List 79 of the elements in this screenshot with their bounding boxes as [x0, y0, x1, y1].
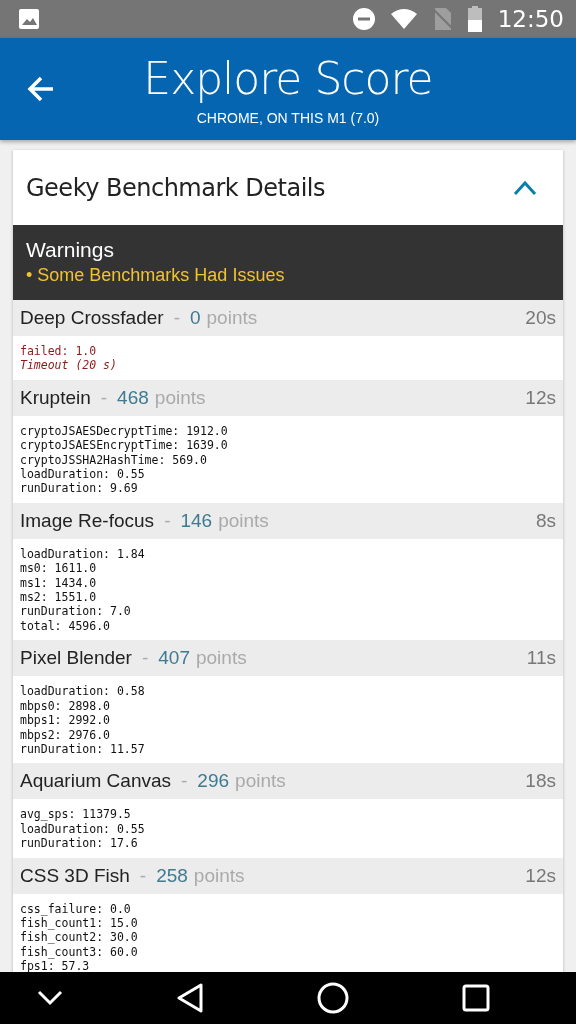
- benchmark-score: 468: [117, 386, 149, 409]
- back-icon[interactable]: [175, 983, 204, 1013]
- card-header[interactable]: Geeky Benchmark Details: [13, 150, 563, 225]
- detail-line: fps1: 57.3: [20, 959, 91, 972]
- detail-line: runDuration: 9.69: [20, 481, 139, 496]
- detail-note: Timeout (20 s): [20, 358, 118, 373]
- detail-line: runDuration: 17.6: [20, 836, 139, 851]
- score-unit: points: [193, 864, 245, 887]
- score-unit: points: [154, 386, 206, 409]
- benchmark-time: 18s: [525, 770, 556, 793]
- warnings-title: Warnings: [26, 238, 115, 262]
- detail-line: ms1: 1434.0: [20, 575, 98, 591]
- benchmark-header[interactable]: Kruptein - 468 points 12s: [13, 379, 563, 416]
- separator: -: [141, 647, 149, 670]
- detail-line: loadDuration: 0.55: [20, 467, 146, 482]
- detail-line: total: 4596.0: [20, 618, 111, 634]
- detail-line: loadDuration: 0.58: [20, 684, 146, 699]
- detail-line: runDuration: 7.0: [20, 604, 132, 619]
- detail-line: fish_count1: 15.0: [20, 915, 139, 931]
- benchmark-score: 0: [189, 307, 201, 329]
- home-icon[interactable]: [316, 982, 349, 1014]
- detail-line: mbps1: 2992.0: [20, 713, 111, 728]
- screen-subtitle: CHROME, ON THIS M1 (7.0): [196, 109, 380, 126]
- benchmark-name: Aquarium Canvas: [20, 770, 172, 793]
- benchmark-score: 146: [180, 509, 213, 532]
- screen-title: Explore Score: [143, 52, 433, 104]
- benchmark-score: 407: [158, 647, 190, 670]
- recents-icon[interactable]: [461, 984, 490, 1012]
- benchmark-name: CSS 3D Fish: [20, 864, 130, 887]
- separator: -: [100, 386, 108, 409]
- benchmark-header[interactable]: Aquarium Canvas - 296 points 18s: [13, 763, 563, 800]
- benchmark-header[interactable]: CSS 3D Fish - 258 points 12s: [13, 857, 563, 894]
- image-icon: [18, 8, 40, 30]
- detail-line: loadDuration: 1.84: [20, 546, 146, 562]
- do-not-disturb-icon: [351, 7, 376, 31]
- benchmark-name: Image Re-focus: [20, 509, 155, 532]
- detail-line: failed: 1.0: [20, 344, 98, 359]
- benchmark-score: 258: [156, 864, 188, 887]
- score-unit: points: [196, 647, 247, 670]
- detail-line: mbps0: 2898.0: [20, 698, 111, 714]
- detail-line: css_failure: 0.0: [20, 901, 132, 916]
- detail-line: ms0: 1611.0: [20, 561, 98, 576]
- detail-line: loadDuration: 0.55: [20, 821, 146, 837]
- detail-line: mbps2: 2976.0: [20, 727, 111, 742]
- score-unit: points: [206, 307, 258, 329]
- score-unit: points: [235, 770, 286, 793]
- benchmark-time: 20s: [525, 307, 556, 329]
- chevron-icon[interactable]: [513, 179, 537, 196]
- benchmark-name: Kruptein: [20, 386, 91, 409]
- warning-item: • Some Benchmarks Had Issues: [26, 265, 286, 286]
- detail-line: fish_count2: 30.0: [20, 930, 139, 945]
- benchmark-time: 8s: [535, 509, 556, 532]
- benchmark-header[interactable]: Deep Crossfader - 0 points 20s: [13, 300, 563, 336]
- wifi-icon: [389, 8, 418, 30]
- benchmark-score: 296: [197, 770, 230, 793]
- benchmark-name: Deep Crossfader: [20, 307, 164, 329]
- detail-line: cryptoJSSHA2HashTime: 569.0: [20, 452, 208, 468]
- benchmark-time: 12s: [525, 864, 556, 887]
- clock-time: 12:50: [497, 6, 564, 32]
- detail-line: cryptoJSAESDecryptTime: 1912.0: [20, 423, 229, 439]
- benchmark-name: Pixel Blender: [20, 647, 132, 670]
- separator: -: [173, 307, 180, 329]
- benchmark-time: 12s: [525, 386, 556, 409]
- benchmark-time: 11s: [526, 647, 556, 670]
- benchmark-header[interactable]: Pixel Blender - 407 points 11s: [13, 640, 563, 677]
- detail-line: avg_sps: 11379.5: [20, 807, 132, 822]
- battery-icon: [467, 6, 482, 32]
- score-unit: points: [218, 509, 269, 532]
- back-arrow-icon[interactable]: [27, 75, 55, 103]
- detail-line: runDuration: 11.57: [20, 741, 146, 757]
- benchmark-header[interactable]: Image Re-focus - 146 points 8s: [13, 502, 563, 539]
- detail-line: fish_count3: 60.0: [20, 944, 139, 960]
- detail-line: ms2: 1551.0: [20, 590, 98, 605]
- detail-line: cryptoJSAESEncryptTime: 1639.0: [20, 438, 229, 453]
- chevron-down-icon[interactable]: [36, 990, 63, 1006]
- separator: -: [181, 770, 188, 793]
- separator: -: [164, 509, 171, 532]
- separator: -: [139, 864, 147, 887]
- card-title: Geeky Benchmark Details: [26, 173, 326, 202]
